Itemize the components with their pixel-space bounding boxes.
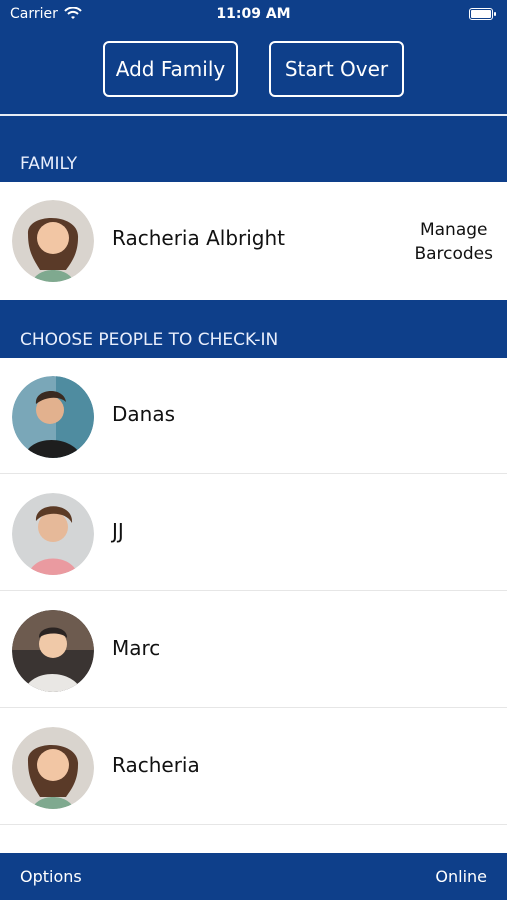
section-label-choose: CHOOSE PEOPLE TO CHECK-IN [20,330,279,350]
bottom-bar: Options Online [0,853,507,900]
family-row: Racheria Albright Manage Barcodes [0,182,507,300]
person-name: JJ [112,519,124,543]
manage-barcodes-button[interactable]: Manage Barcodes [414,218,493,266]
person-name: Marc [112,636,161,660]
add-family-button[interactable]: Add Family [103,41,238,97]
avatar-svg-danas [12,376,94,458]
person-row-marc[interactable]: Marc [0,592,507,708]
avatar-svg-racheria-albright [12,200,94,282]
person-row-danas[interactable]: Danas [0,358,507,474]
avatar-image [12,727,94,809]
options-button[interactable]: Options [20,867,82,886]
person-name: Danas [112,402,176,426]
avatar-svg-racheria [12,727,94,809]
person-name: Racheria [112,753,200,777]
top-bar: Add Family Start Over [0,28,507,114]
status-bar: Carrier 11:09 AM [0,0,507,28]
status-time: 11:09 AM [216,6,291,22]
avatar-svg-marc [12,610,94,692]
section-header-family: FAMILY [0,116,507,182]
family-name: Racheria Albright [112,226,286,250]
avatar-image [12,200,94,282]
start-over-button[interactable]: Start Over [269,41,404,97]
avatar-image [12,610,94,692]
manage-barcodes-line2: Barcodes [414,244,493,264]
person-row-racheria[interactable]: Racheria [0,709,507,825]
person-row-jj[interactable]: JJ [0,475,507,591]
avatar-svg-jj [12,493,94,575]
section-label-family: FAMILY [20,154,78,174]
manage-barcodes-line1: Manage [419,220,488,240]
avatar-image [12,493,94,575]
battery-icon [469,8,496,20]
avatar-image [12,376,94,458]
battery-fill [471,10,491,18]
online-status: Online [435,867,487,886]
section-header-choose-people: CHOOSE PEOPLE TO CHECK-IN [0,300,507,358]
